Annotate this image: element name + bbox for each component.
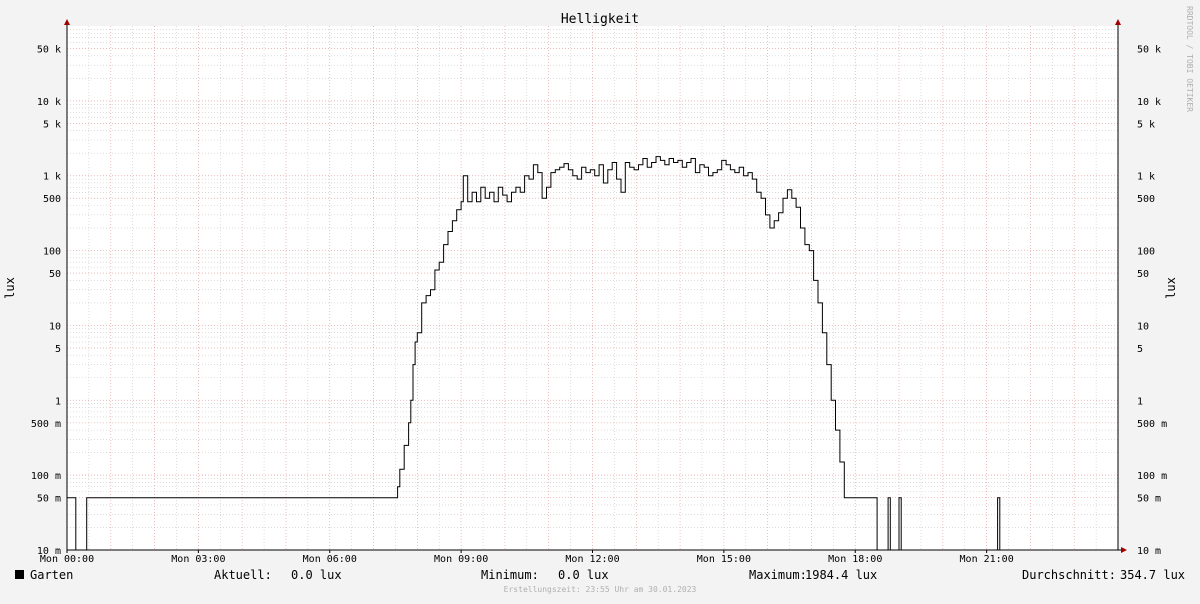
y-tick-label-left: 50 k [37, 45, 61, 56]
legend-aktuell-label: Aktuell: [214, 568, 272, 582]
y-tick-label-left: 10 [49, 321, 61, 332]
y-axis-label-left: lux [3, 277, 17, 299]
x-tick-label: Mon 03:00 [171, 554, 225, 565]
y-tick-label-right: 5 [1137, 344, 1143, 355]
legend-maximum-value: 1984.4 lux [805, 568, 878, 582]
y-tick-label-right: 100 m [1137, 471, 1167, 482]
legend-series-name: Garten [30, 568, 74, 582]
chart-title: Helligkeit [561, 12, 639, 27]
x-axis-arrow [1121, 547, 1127, 553]
legend-aktuell-value: 0.0 lux [291, 568, 342, 582]
chart-root: 10 m 10 m 50 m 50 m 100 m 100 m 500 m 500 m1155… [0, 0, 1200, 600]
legend-durchschnitt-value: 354.7 lux [1120, 568, 1186, 582]
y-tick-label-right: 10 m [1137, 546, 1161, 557]
y-tick-label-right: 10 k [1137, 97, 1161, 108]
legend: Garten Aktuell: 0.0 lux Minimum: 0.0 lux… [0, 566, 1200, 584]
y-tick-label-right: 100 [1137, 247, 1155, 258]
y-tick-label-right: 50 [1137, 269, 1149, 280]
x-tick-label: Mon 06:00 [303, 554, 357, 565]
x-tick-label: Mon 21:00 [960, 554, 1014, 565]
legend-maximum-label: Maximum: [749, 568, 807, 582]
y-tick-label-left: 1 k [43, 172, 61, 183]
brightness-chart: 10 m 10 m50 m 50 m100 m 100 m500 m 500 m1 15 5… [3, 12, 1178, 565]
y-tick-label-left: 5 [55, 344, 61, 355]
legend-minimum-value: 0.0 lux [558, 568, 609, 582]
y-tick-label-right: 1 [1137, 396, 1143, 407]
y-tick-label-right: 5 k [1137, 119, 1155, 130]
y-tick-label-right: 500 [1137, 194, 1155, 205]
legend-swatch [15, 570, 24, 579]
y-tick-label-left: 50 m [37, 494, 61, 505]
x-tick-label: Mon 00:00 [40, 554, 94, 565]
x-tick-label: Mon 15:00 [697, 554, 751, 565]
rrdtool-watermark: RRDTOOL / TOBI OETIKER [1185, 6, 1194, 112]
y-tick-label-left: 1 [55, 396, 61, 407]
y-tick-label-left: 100 m [31, 471, 61, 482]
legend-durchschnitt-label: Durchschnitt: [1022, 568, 1116, 582]
y-tick-label-left: 10 k [37, 97, 61, 108]
y-tick-label-left: 500 m [31, 419, 61, 430]
y-tick-label-right: 10 [1137, 321, 1149, 332]
y-tick-label-right: 500 m [1137, 419, 1167, 430]
x-tick-label: Mon 09:00 [434, 554, 488, 565]
legend-minimum-label: Minimum: [481, 568, 539, 582]
y-tick-label-left: 50 [49, 269, 61, 280]
y-axis-label-right: lux [1164, 277, 1178, 299]
y-tick-label-right: 50 m [1137, 494, 1161, 505]
creation-time: Erstellungszeit: 23:55 Uhr am 30.01.2023 [503, 585, 697, 594]
y-tick-label-left: 5 k [43, 119, 61, 130]
y-tick-label-left: 500 [43, 194, 61, 205]
y-axis-arrow-right [1115, 19, 1121, 25]
y-tick-label-right: 1 k [1137, 172, 1155, 183]
y-tick-label-right: 50 k [1137, 45, 1161, 56]
y-axis-arrow-left [64, 19, 70, 25]
x-tick-label: Mon 12:00 [565, 554, 619, 565]
x-tick-label: Mon 18:00 [828, 554, 882, 565]
y-tick-label-left: 100 [43, 247, 61, 258]
